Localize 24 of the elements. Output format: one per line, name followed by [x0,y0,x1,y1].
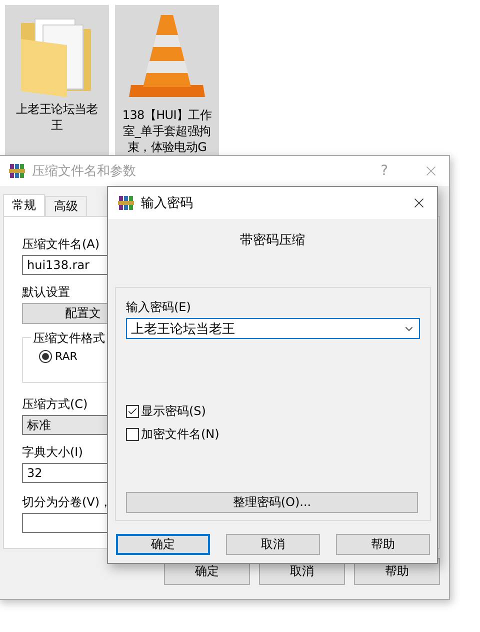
organize-button[interactable]: 整理密码(O)... [126,492,418,513]
window-title: 输入密码 [141,195,194,212]
dialog-button[interactable]: 取消 [226,534,320,555]
group-label: 压缩文件格式 [31,330,107,347]
dialog-button[interactable]: 帮助 [336,534,430,555]
checkbox-label: 加密文件名(N) [141,426,220,443]
tab[interactable]: 高级 [45,196,87,216]
checkbox-label: 显示密码(S) [141,403,206,420]
field-label: 压缩文件名(A) [22,237,100,251]
field-label: 字典大小(I) [22,445,83,459]
icon-label: 上老王论坛当老王 [15,101,99,133]
field-label: 压缩方式(C) [22,397,88,411]
dialog-button[interactable]: 确定 [116,534,210,555]
dialog-heading: 带密码压缩 [240,232,305,249]
field-label: 默认设置 [22,285,70,299]
tab[interactable]: 常规 [3,194,45,216]
password-combo[interactable]: 上老王论坛当老王 [126,318,420,339]
window-title: 压缩文件名和参数 [32,163,137,180]
field-label: 输入密码(E) [126,300,191,314]
desktop-icon[interactable]: 上老王论坛当老王 [5,5,109,157]
radio-label: RAR [55,350,78,363]
icon-label: 138【HUI】工作室_单手套超强拘束，体验电动G [121,107,213,155]
desktop-icon[interactable]: 138【HUI】工作室_单手套超强拘束，体验电动G [115,5,219,157]
field-label: 切分为分卷(V)， [22,495,112,509]
